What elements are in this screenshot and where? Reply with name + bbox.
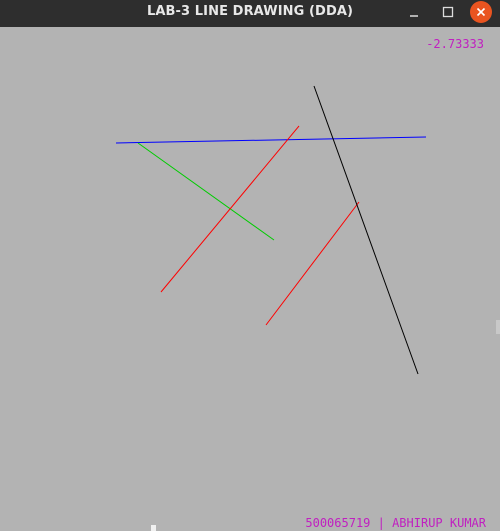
title-bar[interactable]: LAB-3 LINE DRAWING (DDA) [0,0,500,27]
minimize-button[interactable] [403,1,425,23]
drawing-canvas[interactable] [0,27,500,531]
resize-handle[interactable] [151,525,156,531]
red-line-1 [160,125,300,293]
window-edge-marker [496,320,500,334]
maximize-button[interactable] [437,1,459,23]
slope-readout: -2.73333 [426,37,484,51]
minimize-icon [410,15,418,17]
window-title: LAB-3 LINE DRAWING (DDA) [146,4,354,19]
app-window: LAB-3 LINE DRAWING (DDA) -2.73333 500065… [0,0,500,531]
lines-layer [115,85,427,375]
red-line-2 [265,201,360,326]
black-line [313,85,419,375]
close-icon [476,7,486,17]
green-line [137,142,275,241]
maximize-icon [442,6,454,18]
blue-line [115,136,427,144]
author-footer: 500065719 | ABHIRUP KUMAR [305,516,486,530]
close-button[interactable] [470,1,492,23]
